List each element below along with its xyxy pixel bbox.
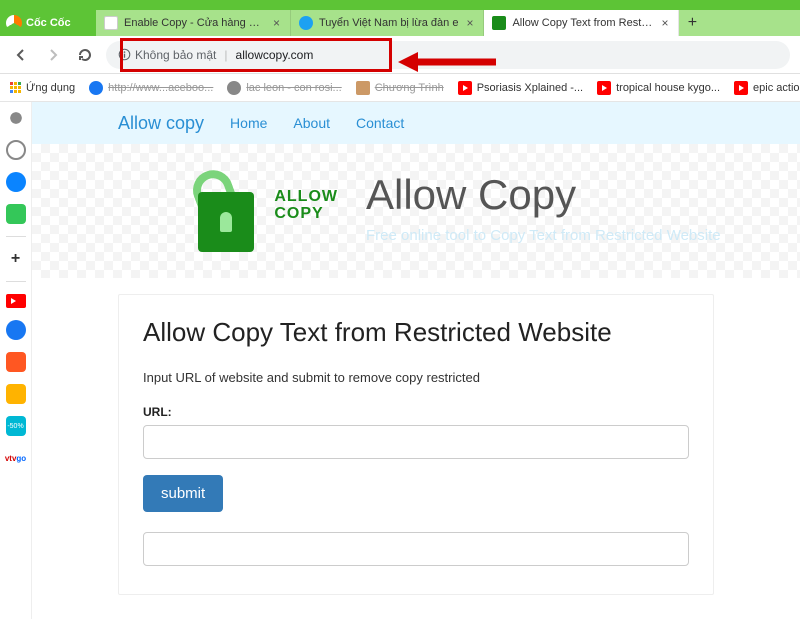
facebook-icon[interactable] (6, 320, 26, 340)
tab-1[interactable]: Tuyển Việt Nam bị lừa đàn e × (291, 10, 484, 36)
result-box (143, 532, 689, 566)
globe-icon (356, 81, 370, 95)
divider: | (224, 48, 227, 62)
site-nav: Allow copy Home About Contact (32, 102, 800, 144)
youtube-icon[interactable] (6, 294, 26, 308)
favicon-icon (299, 16, 313, 30)
tabstrip: Cốc Cốc Enable Copy - Cửa hàng Chro × Tu… (0, 10, 800, 36)
site-brand-link[interactable]: Allow copy (118, 113, 204, 134)
nav-home[interactable]: Home (230, 115, 267, 131)
close-icon[interactable]: × (659, 16, 670, 30)
history-icon[interactable] (6, 140, 26, 160)
main-card: Allow Copy Text from Restricted Website … (118, 294, 714, 595)
tab-2[interactable]: Allow Copy Text from Restrict × (484, 10, 679, 36)
bookmark-item[interactable]: http://www...aceboo... (89, 81, 213, 95)
bookmark-item[interactable]: Psoriasis Xplained -... (458, 81, 583, 95)
close-icon[interactable]: × (271, 16, 282, 30)
bookmark-item[interactable]: epic action music po... (734, 81, 800, 95)
divider (6, 236, 26, 237)
bookmark-label: tropical house kygo... (616, 82, 720, 94)
tab-label: Enable Copy - Cửa hàng Chro (124, 17, 265, 29)
bookmarks-bar: Ứng dụng http://www...aceboo... lac leon… (0, 74, 800, 102)
shop-icon[interactable] (6, 352, 26, 372)
bookmark-label: Psoriasis Xplained -... (477, 82, 583, 94)
close-icon[interactable]: × (464, 16, 475, 30)
bookmark-label: lac leon - con rosi... (246, 82, 341, 94)
info-icon (118, 48, 131, 61)
youtube-icon (458, 81, 472, 95)
allowcopy-logo-icon: ALLOWCOPY (192, 162, 260, 252)
url-input[interactable] (143, 425, 689, 459)
hero: ALLOWCOPY Allow Copy Free online tool to… (32, 144, 800, 278)
tab-0[interactable]: Enable Copy - Cửa hàng Chro × (96, 10, 291, 36)
games-icon[interactable] (6, 204, 26, 224)
forward-button[interactable] (42, 44, 64, 66)
new-tab-button[interactable]: + (679, 10, 705, 36)
youtube-icon (734, 81, 748, 95)
window-titlebar (0, 0, 800, 10)
bookmark-label: http://www...aceboo... (108, 82, 213, 94)
bookmark-label: Chương Trình (375, 82, 444, 94)
submit-button[interactable]: submit (143, 475, 223, 512)
toolbar: Không bảo mật | allowcopy.com (0, 36, 800, 74)
security-label: Không bảo mật (135, 48, 216, 62)
bookmark-item[interactable]: Chương Trình (356, 81, 444, 95)
favicon-icon (104, 16, 118, 30)
messenger-icon[interactable] (6, 172, 26, 192)
hero-subtitle: Free online tool to Copy Text from Restr… (366, 227, 721, 244)
youtube-icon (597, 81, 611, 95)
facebook-icon (89, 81, 103, 95)
url-label: URL: (143, 405, 689, 419)
instruction-text: Input URL of website and submit to remov… (143, 370, 689, 385)
security-status[interactable]: Không bảo mật (118, 48, 216, 62)
bookmark-item[interactable]: tropical house kygo... (597, 81, 720, 95)
card-title: Allow Copy Text from Restricted Website (143, 317, 689, 348)
reload-button[interactable] (74, 44, 96, 66)
add-icon[interactable]: + (6, 249, 26, 269)
nav-about[interactable]: About (293, 115, 330, 131)
coccoc-logo-icon (6, 15, 22, 31)
tab-label: Allow Copy Text from Restrict (512, 17, 653, 29)
gear-icon[interactable] (6, 108, 26, 128)
deal-icon[interactable] (6, 384, 26, 404)
tab-label: Tuyển Việt Nam bị lừa đàn e (319, 17, 458, 29)
browser-brand[interactable]: Cốc Cốc (0, 10, 96, 36)
hero-title: Allow Copy (366, 171, 721, 219)
browser-sidebar: + -50% vtvgo (0, 102, 32, 619)
page-content: Allow copy Home About Contact ALLOWCOPY … (32, 102, 800, 619)
sale-icon[interactable]: -50% (6, 416, 26, 436)
favicon-icon (492, 16, 506, 30)
globe-icon (227, 81, 241, 95)
divider (6, 281, 26, 282)
vtv-icon[interactable]: vtvgo (6, 448, 26, 468)
bookmark-label: Ứng dụng (26, 82, 75, 94)
apps-button[interactable]: Ứng dụng (10, 82, 75, 94)
nav-contact[interactable]: Contact (356, 115, 404, 131)
apps-icon (10, 82, 21, 93)
address-bar[interactable]: Không bảo mật | allowcopy.com (106, 41, 790, 69)
back-button[interactable] (10, 44, 32, 66)
bookmark-label: epic action music po... (753, 82, 800, 94)
bookmark-item[interactable]: lac leon - con rosi... (227, 81, 341, 95)
url-text: allowcopy.com (236, 48, 314, 62)
browser-brand-label: Cốc Cốc (26, 17, 71, 29)
